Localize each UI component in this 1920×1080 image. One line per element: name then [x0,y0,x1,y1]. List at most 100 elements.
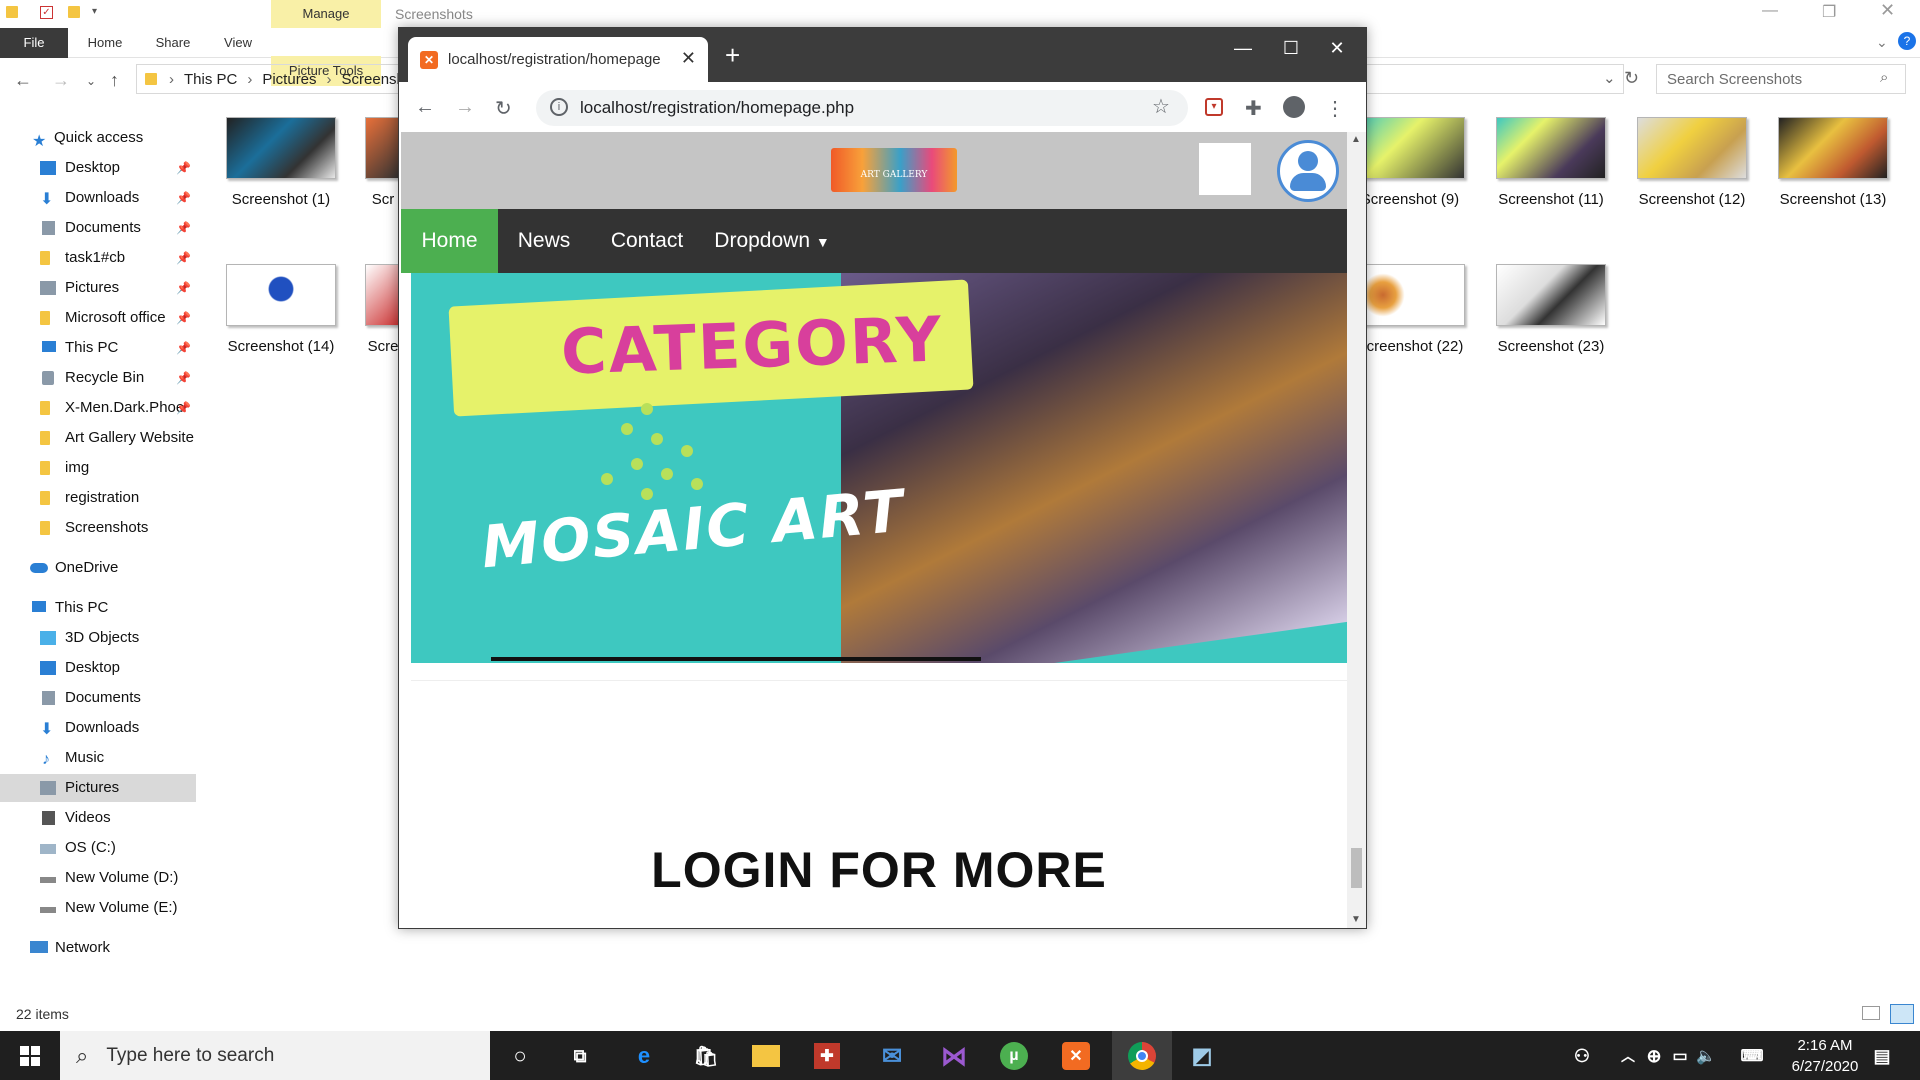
nav-downloads-pc[interactable]: ⬇ Downloads [0,714,196,742]
large-icons-view-icon[interactable] [1890,1004,1914,1024]
forward-arrow-icon[interactable]: → [52,70,70,91]
reload-icon[interactable]: ↻ [495,96,512,121]
mail-icon[interactable]: ✉ [876,1040,908,1072]
scroll-up-icon[interactable]: ▲ [1351,134,1361,145]
profile-avatar-icon[interactable] [1283,96,1305,118]
file-explorer-icon[interactable] [752,1045,780,1067]
browser-tab[interactable]: ✕ localhost/registration/homepage ✕ [408,37,708,82]
back-arrow-icon[interactable]: ← [14,70,32,91]
nav-this-pc[interactable]: This PC [0,594,196,622]
people-icon[interactable]: ⚇ [1566,1040,1598,1072]
up-arrow-icon[interactable]: ↑ [110,70,119,91]
nav-desktop[interactable]: Desktop 📌 [0,154,196,182]
nav-recycle-bin[interactable]: Recycle Bin 📌 [0,364,196,392]
search-input[interactable]: Search Screenshots [1656,64,1906,94]
thumbnail-item[interactable]: Screenshot (23) [1491,264,1611,355]
thumbnail-item[interactable]: Screenshot (11) [1491,117,1611,208]
chrome-taskbar-active[interactable] [1112,1031,1172,1080]
nav-downloads[interactable]: ⬇ Downloads 📌 [0,184,196,212]
nav-volume-e[interactable]: New Volume (E:) [0,894,196,922]
thumbnail-item[interactable]: Screenshot (9) [1350,117,1470,208]
maximize-icon[interactable]: ☐ [1271,38,1311,59]
volume-icon[interactable]: 🔈 [1690,1040,1722,1072]
thumbnail-item[interactable]: Screenshot (14) [221,264,341,355]
thumbnail-item[interactable]: Scr [363,117,403,208]
address-dropdown-icon[interactable]: ⌄ [1603,69,1616,87]
tab-share[interactable]: Share [148,28,198,58]
gift-app-icon[interactable]: ✚ [814,1043,840,1069]
notepad-icon[interactable]: ◩ [1186,1040,1218,1072]
taskbar-search-box[interactable]: ⌕ Type here to search [60,1031,490,1080]
xampp-icon[interactable]: ✕ [1062,1042,1090,1070]
quick-access-toolbar-dropdown-icon[interactable]: ▾ [92,6,97,17]
thumbnail-item[interactable]: Screenshot (1) [221,117,341,208]
help-icon[interactable]: ? [1898,32,1916,50]
ribbon-expand-icon[interactable]: ⌄ [1876,34,1888,51]
user-avatar-icon[interactable] [1277,140,1339,202]
recent-locations-icon[interactable]: ⌄ [86,74,96,88]
tab-home[interactable]: Home [80,28,130,58]
minimize-icon[interactable]: — [1762,2,1778,20]
thumbnail-item[interactable]: Scre [363,264,403,355]
extensions-puzzle-icon[interactable]: ✚ [1245,96,1262,121]
keyboard-icon[interactable]: ⌨ [1736,1040,1768,1072]
close-icon[interactable]: ✕ [1317,38,1357,59]
properties-icon[interactable]: ✓ [40,6,53,19]
nav-registration[interactable]: registration [0,484,196,512]
restore-icon[interactable]: ❐ [1822,2,1836,22]
nav-videos[interactable]: Videos [0,804,196,832]
nav-screenshots[interactable]: Screenshots [0,514,196,542]
thumbnail-item[interactable]: Screenshot (12) [1632,117,1752,208]
breadcrumb-pictures[interactable]: Pictures [262,71,316,88]
utorrent-icon[interactable]: µ [1000,1042,1028,1070]
start-button[interactable] [0,1031,60,1080]
nav-dropdown[interactable]: Dropdown ▼ [713,209,831,273]
extension-shield-icon[interactable]: ▾ [1205,98,1223,116]
nav-task1cb[interactable]: task1#cb 📌 [0,244,196,272]
close-tab-icon[interactable]: ✕ [681,48,696,69]
scroll-thumb[interactable] [1351,848,1362,888]
nav-img[interactable]: img [0,454,196,482]
task-view-icon[interactable]: ⧉ [564,1040,596,1072]
cortana-icon[interactable]: ○ [504,1040,536,1072]
nav-documents-pc[interactable]: Documents [0,684,196,712]
system-clock[interactable]: 2:16 AM 6/27/2020 [1770,1035,1880,1077]
nav-home[interactable]: Home [401,209,498,273]
nav-contact[interactable]: Contact [599,209,695,273]
scroll-down-icon[interactable]: ▼ [1351,914,1361,925]
nav-music[interactable]: ♪ Music [0,744,196,772]
nav-art-gallery-website[interactable]: Art Gallery Website [0,424,196,452]
nav-this-pc-quick[interactable]: This PC 📌 [0,334,196,362]
nav-quick-access[interactable]: ★ Quick access [0,124,196,152]
breadcrumb-this-pc[interactable]: This PC [184,71,237,88]
forward-arrow-icon[interactable]: → [455,96,475,119]
nav-network[interactable]: Network [0,934,196,962]
nav-xmen[interactable]: X-Men.Dark.Phoe 📌 [0,394,196,422]
close-icon[interactable]: ✕ [1880,0,1895,21]
site-info-icon[interactable]: i [550,98,568,116]
manage-tab[interactable]: Manage [271,0,381,28]
thumbnail-item[interactable]: Screenshot (22) [1350,264,1470,355]
nav-news[interactable]: News [505,209,583,273]
nav-volume-d[interactable]: New Volume (D:) [0,864,196,892]
tab-view[interactable]: View [212,28,264,58]
bookmark-star-icon[interactable]: ☆ [1152,94,1170,119]
refresh-icon[interactable]: ↻ [1624,68,1639,89]
nav-3d-objects[interactable]: 3D Objects [0,624,196,652]
minimize-icon[interactable]: — [1223,38,1263,59]
address-bar[interactable]: i localhost/registration/homepage.php ☆ [536,90,1188,126]
thumbnail-item[interactable]: Screenshot (13) [1773,117,1893,208]
nav-pictures-quick[interactable]: Pictures 📌 [0,274,196,302]
nav-microsoft-office[interactable]: Microsoft office 📌 [0,304,196,332]
nav-onedrive[interactable]: OneDrive [0,554,196,582]
nav-documents[interactable]: Documents 📌 [0,214,196,242]
menu-kebab-icon[interactable]: ⋮ [1325,96,1345,121]
nav-pictures[interactable]: Pictures [0,774,196,802]
page-scrollbar[interactable]: ▲ ▼ [1347,132,1366,928]
back-arrow-icon[interactable]: ← [415,96,435,119]
visual-studio-icon[interactable]: ⋈ [938,1040,970,1072]
new-folder-icon[interactable] [68,6,80,18]
nav-desktop-pc[interactable]: Desktop [0,654,196,682]
notifications-icon[interactable]: ▤ [1866,1040,1898,1072]
site-logo[interactable]: ART GALLERY [831,148,957,192]
